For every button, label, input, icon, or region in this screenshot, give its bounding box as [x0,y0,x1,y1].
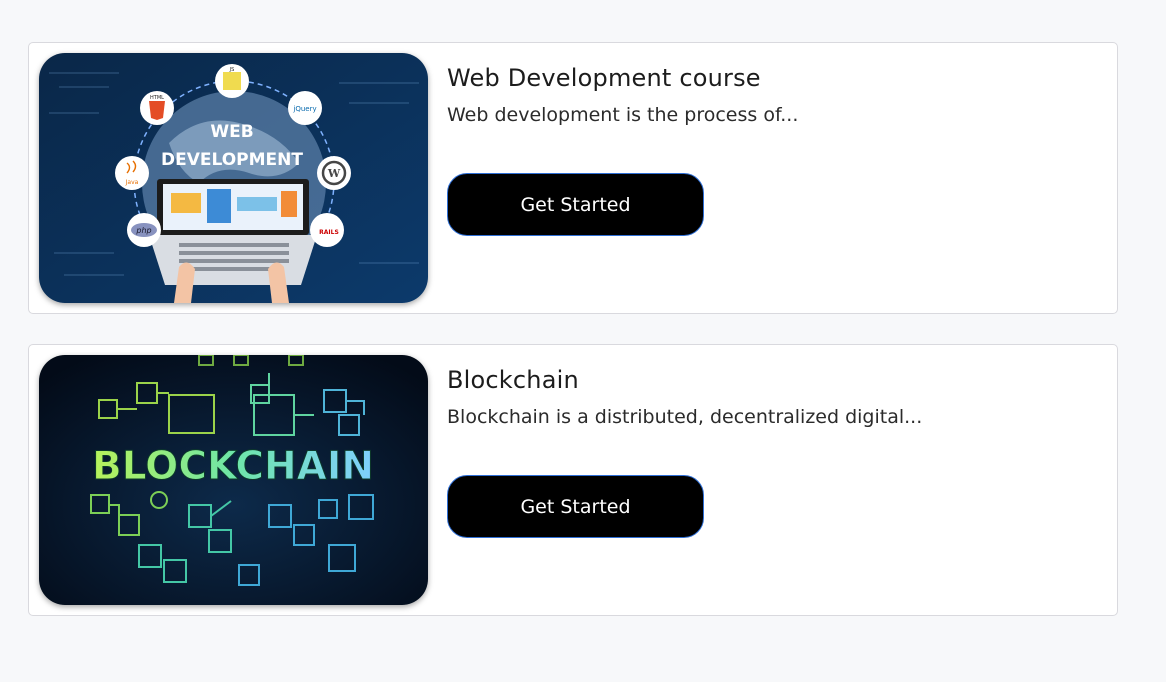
course-card-blockchain: BLOCKCHAIN Blockchain Blockchain is a di… [28,344,1118,616]
course-title: Web Development course [447,64,761,92]
web-development-course-image: WEB DEVELOPMENT jQuery Java W php RAILS … [39,53,428,303]
banner-web: WEB [210,122,253,142]
java-icon: Java [115,156,149,190]
get-started-button[interactable]: Get Started [447,173,704,236]
rails-icon: RAILS [310,213,344,247]
svg-text:W: W [327,167,341,180]
svg-text:HTML: HTML [150,95,164,101]
course-list: WEB DEVELOPMENT jQuery Java W php RAILS … [28,42,1118,646]
course-info: Blockchain Blockchain is a distributed, … [447,363,922,431]
svg-text:php: php [135,226,151,235]
svg-text:Java: Java [125,179,139,186]
php-icon: php [127,213,161,247]
course-title: Blockchain [447,366,579,394]
banner-development: DEVELOPMENT [161,150,303,170]
get-started-button[interactable]: Get Started [447,475,704,538]
svg-text:jQuery: jQuery [292,105,316,113]
svg-text:JS: JS [229,67,235,73]
course-info: Web Development course Web development i… [447,61,798,129]
jquery-icon: jQuery [288,91,322,125]
course-card-web-development: WEB DEVELOPMENT jQuery Java W php RAILS … [28,42,1118,314]
blockchain-course-image: BLOCKCHAIN [39,355,428,605]
course-description: Blockchain is a distributed, decentraliz… [447,406,923,428]
wordpress-icon: W [317,156,351,190]
course-description: Web development is the process of... [447,104,799,126]
banner-blockchain: BLOCKCHAIN [92,444,374,489]
svg-text:RAILS: RAILS [319,229,339,236]
